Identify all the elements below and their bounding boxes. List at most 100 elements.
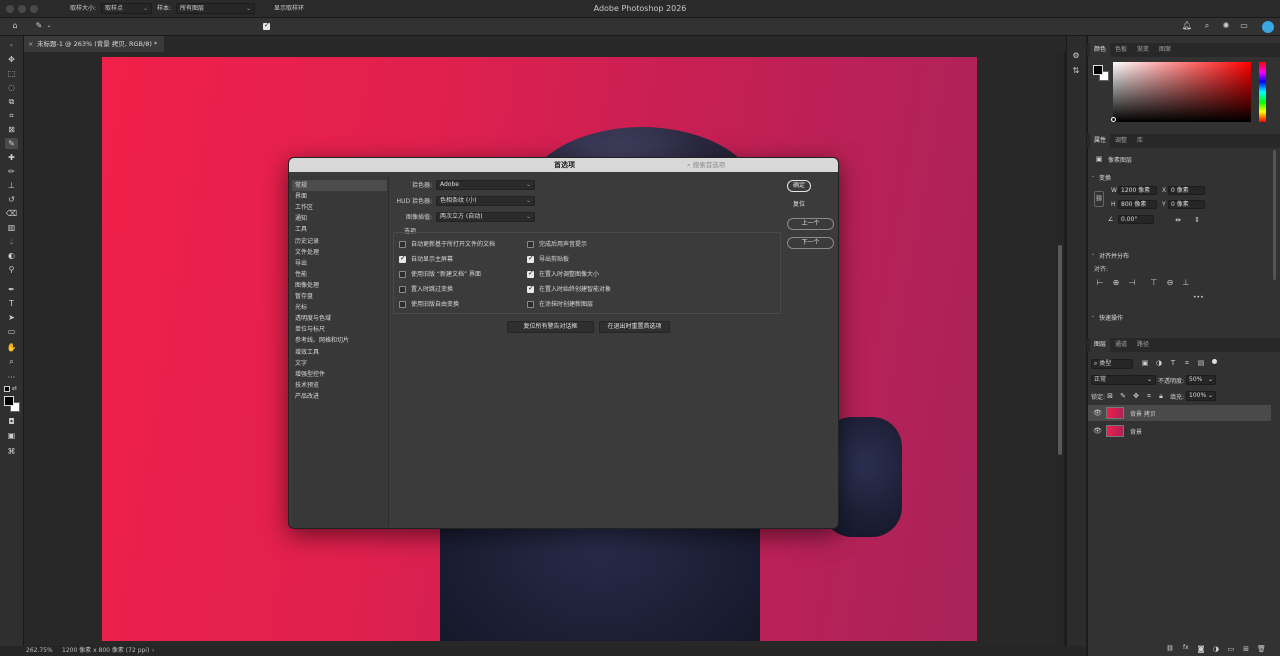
preferences-nav-item[interactable]: 暂存盘 [292, 291, 387, 302]
lasso-tool-icon[interactable]: ◌ [5, 82, 18, 93]
tab-swatches[interactable]: 色板 [1115, 43, 1127, 57]
preference-checkbox[interactable] [399, 286, 406, 293]
tab-paths[interactable]: 路径 [1137, 338, 1149, 352]
delete-layer-icon[interactable]: 🗑︎ [1257, 644, 1266, 654]
preferences-nav-item[interactable]: 图像处理 [292, 280, 387, 291]
preferences-nav-item[interactable]: 产品改进 [292, 391, 387, 402]
eye-icon[interactable]: 👁︎ [1093, 409, 1102, 417]
hue-slider[interactable] [1259, 62, 1266, 122]
link-dimensions-icon[interactable]: ⛓ [1094, 191, 1104, 207]
prev-button[interactable]: 上一个 [787, 218, 834, 230]
new-layer-icon[interactable]: ⊞ [1242, 644, 1250, 654]
zoom-tool-icon[interactable]: ⌕ [5, 356, 18, 367]
filter-adjustment-icon[interactable]: ◑ [1155, 358, 1163, 368]
zoom-level[interactable]: 262.75% [26, 646, 53, 656]
lock-image-icon[interactable]: ✎ [1119, 391, 1127, 401]
chevron-down-icon[interactable]: ⌄ [1091, 173, 1095, 179]
preference-checkbox[interactable] [527, 254, 534, 263]
status-menu-arrow[interactable]: › [152, 646, 154, 656]
chevron-down-icon[interactable]: ⌄ [1091, 251, 1095, 257]
preferences-nav-item[interactable]: 历史记录 [292, 236, 387, 247]
workspace-icon[interactable]: ▭ [1238, 21, 1250, 31]
reset-warnings-button[interactable]: 复位所有警告对话框 [507, 321, 594, 333]
healing-brush-tool-icon[interactable]: ✚ [5, 152, 18, 163]
preference-checkbox[interactable] [527, 269, 534, 278]
tab-libraries[interactable]: 库 [1137, 134, 1143, 148]
object-selection-tool-icon[interactable]: ⧉ [5, 96, 18, 107]
lightbulb-icon[interactable]: ✺ [1220, 21, 1232, 31]
blur-tool-icon[interactable]: 💧︎ [5, 236, 18, 247]
history-brush-tool-icon[interactable]: ↺ [5, 194, 18, 205]
preferences-nav-item[interactable]: 增强型控件 [292, 369, 387, 380]
preferences-nav-item[interactable]: 性能 [292, 269, 387, 280]
document-tab-close-icon[interactable]: × [28, 36, 33, 52]
preference-checkbox[interactable] [399, 241, 406, 248]
more-options-button[interactable]: ••• [1193, 294, 1204, 301]
layer-name[interactable]: 背景 拷贝 [1130, 409, 1156, 418]
clone-stamp-tool-icon[interactable]: ⊥ [5, 180, 18, 191]
angle-field[interactable]: 0.00° [1118, 215, 1154, 224]
preferences-nav-item[interactable]: 界面 [292, 191, 387, 202]
generative-tool-icon[interactable]: ⌘ [5, 446, 18, 457]
eyedropper-tool-icon[interactable]: ✎ [32, 21, 46, 31]
move-tool-icon[interactable]: ✥ [5, 54, 18, 65]
blend-mode-select[interactable]: 正常 ⌄ [1091, 375, 1156, 385]
group-folder-icon[interactable]: ▭ [1227, 644, 1235, 654]
align-top-icon[interactable]: ⊤ [1150, 278, 1158, 288]
path-selection-tool-icon[interactable]: ➤ [5, 312, 18, 323]
tool-preset-chevron-icon[interactable]: ⌄ [46, 21, 52, 31]
preference-checkbox[interactable] [527, 241, 534, 248]
show-sampling-ring-checkbox[interactable] [263, 21, 270, 30]
adjustment-layer-icon[interactable]: ◑ [1212, 644, 1220, 654]
sample-select[interactable]: 所有图层 ⌄ [176, 3, 255, 14]
edit-toolbar-icon[interactable]: ··· [5, 372, 18, 383]
vertical-scroll-thumb[interactable] [1058, 245, 1062, 455]
quick-mask-icon[interactable]: ◘ [5, 416, 18, 427]
lock-position-icon[interactable]: ✥ [1132, 391, 1140, 401]
lock-artboard-icon[interactable]: ⌗ [1145, 391, 1153, 401]
ok-button[interactable]: 确定 [787, 180, 811, 192]
screen-mode-icon[interactable]: ▣ [5, 430, 18, 441]
preferences-nav-item[interactable]: 单位与标尺 [292, 324, 387, 335]
tab-color[interactable]: 颜色 [1090, 43, 1111, 57]
foreground-color-swatch[interactable] [4, 396, 14, 406]
preference-checkbox[interactable] [527, 284, 534, 293]
pen-tool-icon[interactable]: ✒ [5, 284, 18, 295]
marquee-tool-icon[interactable]: ⬚ [5, 68, 18, 79]
next-button[interactable]: 下一个 [787, 237, 834, 249]
tab-layers[interactable]: 图层 [1090, 338, 1111, 352]
preferences-nav-item[interactable]: 文字 [292, 358, 387, 369]
crop-tool-icon[interactable]: ⌗ [5, 110, 18, 121]
color-picker-select[interactable]: Adobe ⌄ [436, 180, 535, 190]
tab-patterns[interactable]: 图案 [1159, 43, 1171, 57]
fx-button[interactable]: fx [1183, 644, 1189, 651]
tab-adjustments[interactable]: 调整 [1115, 134, 1127, 148]
preference-checkbox[interactable] [399, 254, 406, 263]
tab-properties[interactable]: 属性 [1090, 134, 1111, 148]
preferences-nav-item[interactable]: 工具 [292, 224, 387, 235]
cloud-sync-icon[interactable] [1262, 21, 1274, 33]
preference-checkbox[interactable] [399, 301, 406, 308]
color-saturation-field[interactable] [1113, 62, 1251, 122]
preferences-nav-item[interactable]: 透明度与色域 [292, 313, 387, 324]
preferences-nav-item[interactable]: 导出 [292, 258, 387, 269]
reset-button[interactable]: 复位 [787, 199, 811, 211]
lock-all-icon[interactable]: 🔒︎ [1157, 391, 1165, 401]
reset-on-quit-button[interactable]: 在退出时重置首选项 [599, 321, 670, 333]
dodge-tool-icon[interactable]: ◐ [5, 250, 18, 261]
document-tab[interactable]: × 未标题-1 @ 263% (背景 拷贝, RGB/8) * [24, 36, 164, 52]
preferences-nav-item[interactable]: 通知 [292, 213, 387, 224]
align-left-icon[interactable]: ⊢ [1096, 278, 1104, 288]
preferences-nav-item[interactable]: 增效工具 [292, 347, 387, 358]
hand-tool-icon[interactable]: ✋ [5, 342, 18, 353]
chevron-down-icon[interactable]: ⌄ [1091, 313, 1095, 319]
sponge-tool-icon[interactable]: ⚲ [5, 264, 18, 275]
search-icon[interactable]: ⌕ [1201, 21, 1213, 31]
frame-tool-icon[interactable]: ⊠ [5, 124, 18, 135]
toolbar-collapse-icon[interactable]: » [5, 40, 18, 51]
align-middle-icon[interactable]: ⊖ [1166, 278, 1174, 288]
y-field[interactable]: 0 像素 [1168, 200, 1205, 209]
properties-scrollbar[interactable] [1273, 150, 1276, 280]
preferences-nav-item[interactable]: 工作区 [292, 202, 387, 213]
home-icon[interactable]: ⌂ [8, 21, 22, 31]
